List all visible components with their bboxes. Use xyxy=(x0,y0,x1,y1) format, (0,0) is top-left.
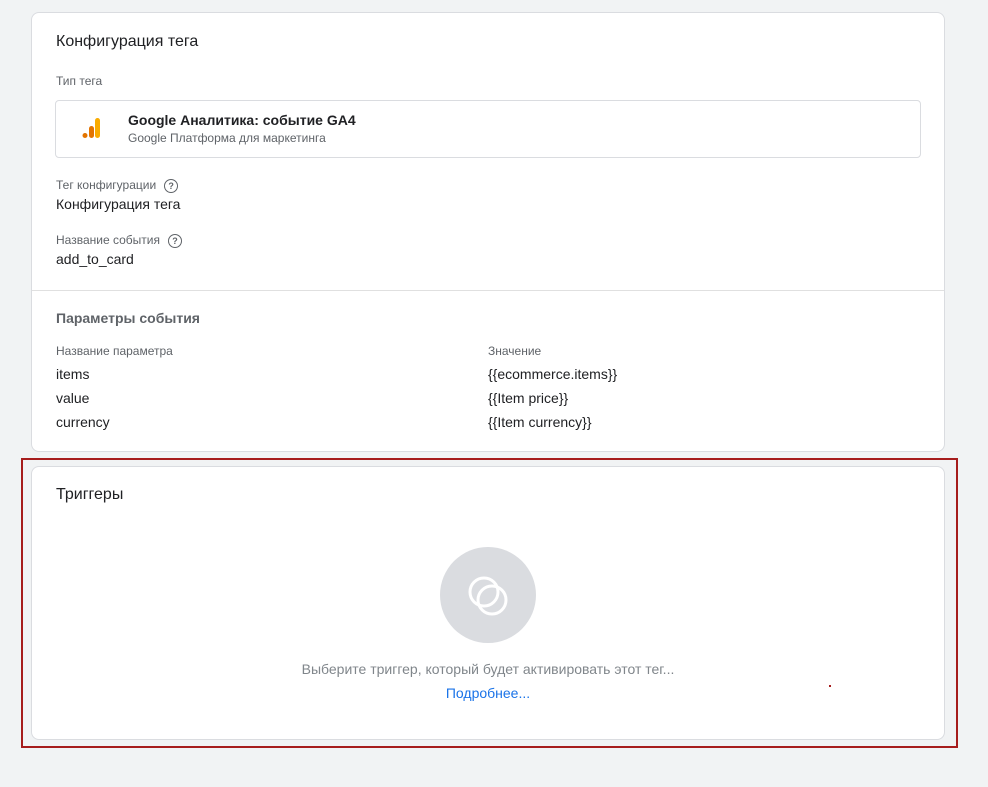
event-name-label: Название события xyxy=(56,233,160,247)
help-icon[interactable]: ? xyxy=(167,233,182,248)
stray-mark xyxy=(829,685,831,687)
param-name-cell: value xyxy=(56,390,90,406)
param-value-header: Значение xyxy=(488,344,542,358)
config-tag-value: Конфигурация тега xyxy=(56,196,181,212)
config-tag-field-label: Тег конфигурации? xyxy=(56,178,179,193)
tag-type-name: Google Аналитика: событие GA4 xyxy=(128,112,356,128)
learn-more-link[interactable]: Подробнее... xyxy=(446,685,530,701)
tag-type-subtitle: Google Платформа для маркетинга xyxy=(128,131,326,145)
triggers-title: Триггеры xyxy=(56,486,124,503)
section-divider xyxy=(32,290,944,291)
config-tag-label: Тег конфигурации xyxy=(56,178,157,192)
trigger-placeholder[interactable] xyxy=(440,547,536,643)
tag-type-label: Тип тега xyxy=(56,74,103,88)
triggers-card[interactable]: Триггеры Выберите триггер, который будет… xyxy=(31,466,945,740)
param-name-header: Название параметра xyxy=(56,344,173,358)
param-name-cell: items xyxy=(56,366,90,382)
param-value-cell: {{Item currency}} xyxy=(488,414,592,430)
event-name-field-label: Название события? xyxy=(56,233,182,248)
param-value-cell: {{ecommerce.items}} xyxy=(488,366,618,382)
trigger-circles-icon xyxy=(468,576,508,616)
google-analytics-icon xyxy=(82,118,100,138)
param-name-cell: currency xyxy=(56,414,110,430)
event-name-value: add_to_card xyxy=(56,251,134,267)
help-icon[interactable]: ? xyxy=(164,178,179,193)
trigger-empty-message: Выберите триггер, который будет активиро… xyxy=(301,661,675,677)
tag-configuration-title: Конфигурация тега xyxy=(56,33,199,50)
tag-type-selector[interactable]: Google Аналитика: событие GA4 Google Пла… xyxy=(55,100,921,158)
tag-configuration-card[interactable]: Конфигурация тега Тип тега Google Аналит… xyxy=(31,12,945,452)
event-params-title: Параметры события xyxy=(56,310,200,326)
param-value-cell: {{Item price}} xyxy=(488,390,569,406)
